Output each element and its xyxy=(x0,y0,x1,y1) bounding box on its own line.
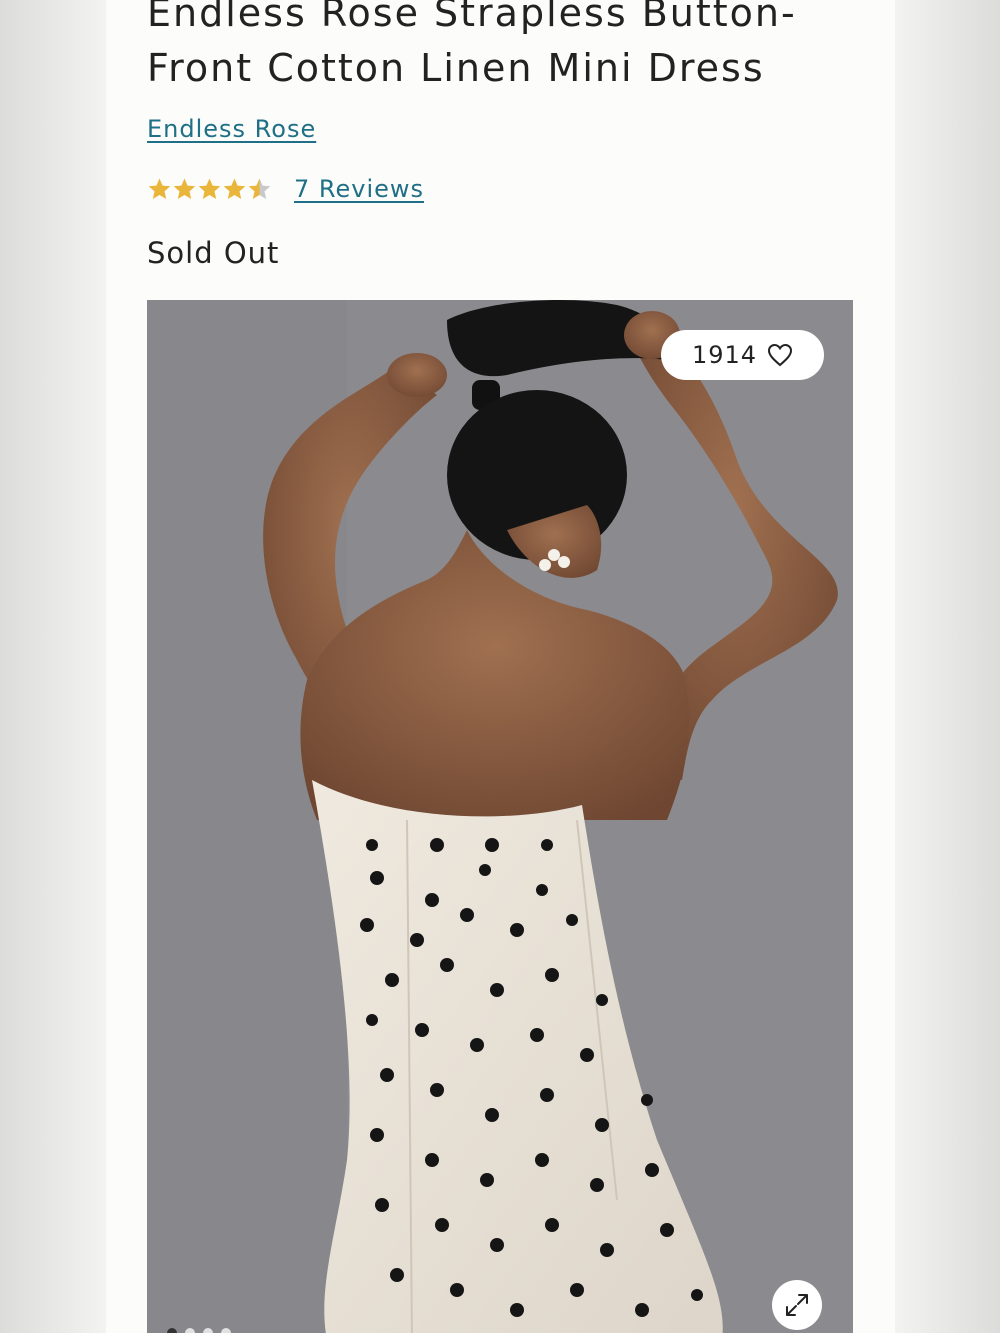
backdrop-left xyxy=(0,0,106,1333)
expand-icon xyxy=(783,1291,811,1319)
product-image[interactable]: 1914 xyxy=(147,300,853,1333)
pagination-dot[interactable] xyxy=(167,1328,177,1333)
brand-link[interactable]: Endless Rose xyxy=(147,115,316,143)
like-button[interactable]: 1914 xyxy=(661,330,824,380)
reviews-link[interactable]: 7 Reviews xyxy=(294,175,424,203)
star-icon xyxy=(222,177,247,202)
star-icon xyxy=(147,177,172,202)
pagination-dot[interactable] xyxy=(185,1328,195,1333)
expand-image-button[interactable] xyxy=(772,1280,822,1330)
star-rating[interactable] xyxy=(147,177,272,202)
pagination-dot[interactable] xyxy=(203,1328,213,1333)
star-icon xyxy=(247,177,272,202)
product-title: Endless Rose Strapless Button-Front Cott… xyxy=(147,0,797,90)
gallery-pagination xyxy=(167,1328,231,1333)
heart-icon xyxy=(767,343,793,367)
pagination-dot[interactable] xyxy=(221,1328,231,1333)
model-photo xyxy=(147,300,853,1333)
like-count: 1914 xyxy=(691,341,758,369)
rating-row: 7 Reviews xyxy=(147,172,424,206)
availability-status: Sold Out xyxy=(147,236,280,270)
backdrop-right xyxy=(894,0,1000,1333)
star-icon xyxy=(197,177,222,202)
star-icon xyxy=(172,177,197,202)
product-page: Endless Rose Strapless Button-Front Cott… xyxy=(106,0,895,1333)
